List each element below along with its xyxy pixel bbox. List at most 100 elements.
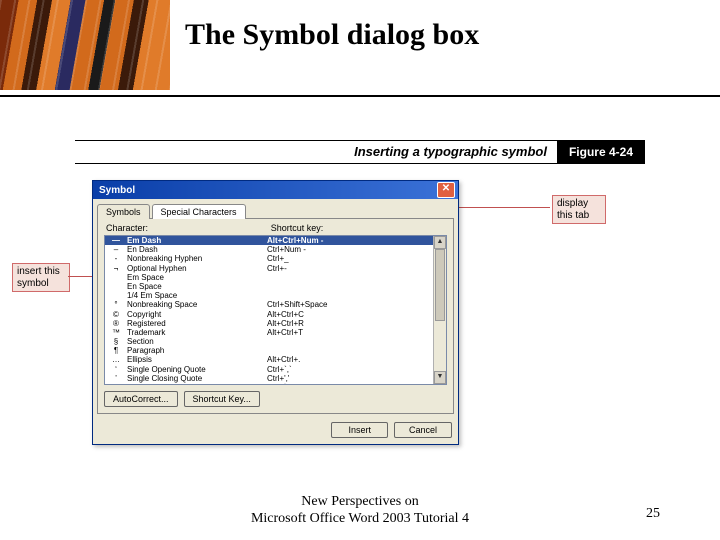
list-item-shortcut: Ctrl+Shift+Space — [267, 300, 446, 309]
list-item[interactable]: ®RegisteredAlt+Ctrl+R — [105, 319, 446, 328]
list-item-symbol: ® — [105, 319, 127, 328]
dialog-title: Symbol — [99, 185, 437, 196]
list-item-symbol: ¶ — [105, 346, 127, 355]
list-item[interactable]: ™TrademarkAlt+Ctrl+T — [105, 328, 446, 337]
character-listbox[interactable]: —Em DashAlt+Ctrl+Num -–En DashCtrl+Num -… — [104, 235, 447, 385]
dialog-body: Character: Shortcut key: —Em DashAlt+Ctr… — [97, 218, 454, 414]
callout-display-this-tab: display this tab — [552, 195, 606, 224]
list-item[interactable]: °Nonbreaking SpaceCtrl+Shift+Space — [105, 300, 446, 309]
list-item[interactable]: ‘Single Opening QuoteCtrl+`,` — [105, 365, 446, 374]
page-number: 25 — [646, 506, 660, 522]
list-item-shortcut: Alt+Ctrl+Num - — [267, 236, 446, 245]
tab-symbols-label: Symbols — [106, 207, 141, 217]
list-item-symbol: - — [105, 254, 127, 263]
footer-line2: Microsoft Office Word 2003 Tutorial 4 — [251, 511, 469, 526]
figure-caption: Inserting a typographic symbol — [75, 141, 557, 163]
list-item-symbol: § — [105, 337, 127, 346]
list-item-shortcut — [267, 346, 446, 355]
list-item-shortcut: Alt+Ctrl+. — [267, 355, 446, 364]
list-item-symbol: — — [105, 236, 127, 245]
list-item-shortcut: Ctrl+`,` — [267, 365, 446, 374]
list-item[interactable]: ¬Optional HyphenCtrl+- — [105, 264, 446, 273]
list-item-shortcut: Ctrl+Num - — [267, 245, 446, 254]
tab-special-characters[interactable]: Special Characters — [152, 204, 246, 219]
list-item-name: Trademark — [127, 328, 267, 337]
list-item-name: Registered — [127, 319, 267, 328]
figure-tag: Figure 4-24 — [557, 141, 645, 163]
list-item[interactable]: §Section — [105, 337, 446, 346]
list-item-symbol: … — [105, 355, 127, 364]
list-item-name: Em Dash — [127, 236, 267, 245]
callout-insert-this-symbol: insert this symbol — [12, 263, 70, 292]
decorative-header-image — [0, 0, 170, 90]
list-item-name: Em Space — [127, 273, 267, 282]
list-item-symbol: © — [105, 310, 127, 319]
list-item-shortcut — [267, 337, 446, 346]
list-item[interactable]: “Double Opening QuoteCtrl+`," — [105, 383, 446, 385]
column-header-shortcut: Shortcut key: — [269, 223, 447, 235]
column-header-character: Character: — [104, 223, 269, 235]
dialog-titlebar[interactable]: Symbol ✕ — [93, 181, 458, 199]
list-item-shortcut: Alt+Ctrl+R — [267, 319, 446, 328]
list-item-name: Optional Hyphen — [127, 264, 267, 273]
list-item-symbol: ‘ — [105, 365, 127, 374]
tab-symbols[interactable]: Symbols — [97, 204, 150, 219]
cancel-button[interactable]: Cancel — [394, 422, 452, 438]
list-item-shortcut — [267, 273, 446, 282]
symbol-dialog: Symbol ✕ Symbols Special Characters Char… — [92, 180, 459, 445]
list-item-symbol: ™ — [105, 328, 127, 337]
list-item-symbol: – — [105, 245, 127, 254]
list-item-symbol: “ — [105, 383, 127, 385]
figure-caption-bar: Inserting a typographic symbol Figure 4-… — [75, 140, 645, 164]
list-item-name: Single Closing Quote — [127, 374, 267, 383]
list-item-symbol — [105, 273, 127, 282]
list-item-shortcut: Ctrl+`," — [267, 383, 446, 385]
list-item[interactable]: …EllipsisAlt+Ctrl+. — [105, 355, 446, 364]
list-item[interactable]: 1/4 Em Space — [105, 291, 446, 300]
list-item-name: Nonbreaking Space — [127, 300, 267, 309]
listbox-scrollbar[interactable]: ▲ ▼ — [433, 236, 446, 384]
list-item-shortcut: Ctrl+',' — [267, 374, 446, 383]
list-item-shortcut: Ctrl+_ — [267, 254, 446, 263]
list-item-name: Single Opening Quote — [127, 365, 267, 374]
list-item-symbol: ° — [105, 300, 127, 309]
list-item[interactable]: —Em DashAlt+Ctrl+Num - — [105, 236, 446, 245]
list-item[interactable]: ’Single Closing QuoteCtrl+',' — [105, 374, 446, 383]
list-item[interactable]: En Space — [105, 282, 446, 291]
slide-footer: New Perspectives on Microsoft Office Wor… — [0, 494, 720, 528]
list-item-name: Section — [127, 337, 267, 346]
list-item-symbol — [105, 291, 127, 300]
dialog-tabs: Symbols Special Characters — [93, 199, 458, 218]
list-item-symbol: ’ — [105, 374, 127, 383]
list-item-shortcut — [267, 291, 446, 300]
list-item-shortcut: Alt+Ctrl+C — [267, 310, 446, 319]
scrollbar-thumb[interactable] — [435, 249, 445, 321]
list-item-shortcut: Ctrl+- — [267, 264, 446, 273]
list-item[interactable]: ¶Paragraph — [105, 346, 446, 355]
list-item-name: En Dash — [127, 245, 267, 254]
list-item[interactable]: Em Space — [105, 273, 446, 282]
list-item-symbol — [105, 282, 127, 291]
list-item[interactable]: ©CopyrightAlt+Ctrl+C — [105, 310, 446, 319]
list-item-shortcut: Alt+Ctrl+T — [267, 328, 446, 337]
tab-special-label: Special Characters — [161, 207, 237, 217]
list-item-name: Nonbreaking Hyphen — [127, 254, 267, 263]
list-item[interactable]: –En DashCtrl+Num - — [105, 245, 446, 254]
insert-button[interactable]: Insert — [331, 422, 388, 438]
list-item-name: Paragraph — [127, 346, 267, 355]
close-icon[interactable]: ✕ — [437, 182, 455, 198]
list-item-name: En Space — [127, 282, 267, 291]
list-item-shortcut — [267, 282, 446, 291]
list-item-name: Copyright — [127, 310, 267, 319]
list-item[interactable]: -Nonbreaking HyphenCtrl+_ — [105, 254, 446, 263]
slide-title: The Symbol dialog box — [185, 18, 479, 52]
scrollbar-up-icon[interactable]: ▲ — [434, 236, 446, 249]
title-divider — [0, 95, 720, 97]
list-item-symbol: ¬ — [105, 264, 127, 273]
list-item-name: Ellipsis — [127, 355, 267, 364]
list-item-name: Double Opening Quote — [127, 383, 267, 385]
shortcut-key-button[interactable]: Shortcut Key... — [184, 391, 260, 407]
autocorrect-button[interactable]: AutoCorrect... — [104, 391, 178, 407]
scrollbar-down-icon[interactable]: ▼ — [434, 371, 446, 384]
footer-line1: New Perspectives on — [301, 494, 418, 509]
